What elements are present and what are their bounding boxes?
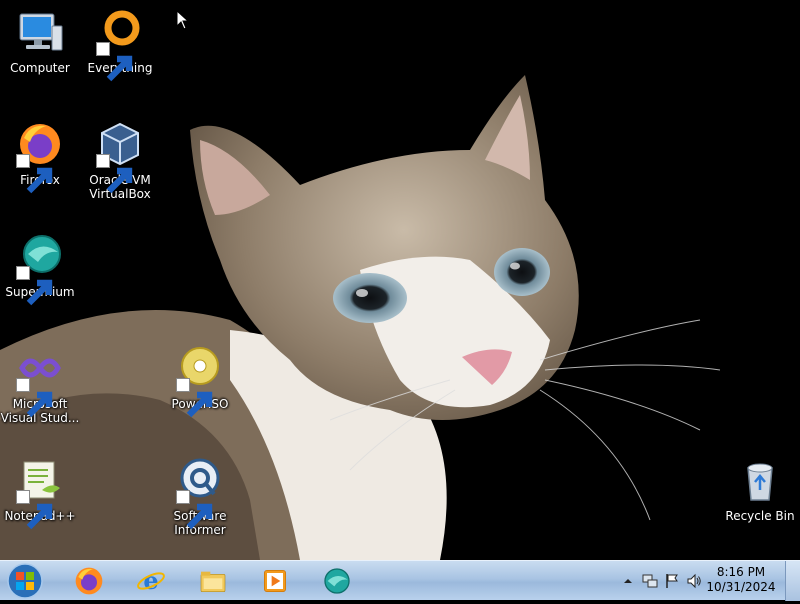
poweriso-icon bbox=[176, 344, 224, 418]
desktop-icon-firefox[interactable]: Firefox bbox=[0, 120, 80, 194]
desktop-icon-label: Computer bbox=[10, 61, 70, 75]
taskbar-internet-explorer-button[interactable]: e bbox=[124, 563, 178, 599]
desktop[interactable]: Computer Everything Firefox Oracle VM Vi… bbox=[0, 0, 800, 560]
show-desktop-button[interactable] bbox=[785, 561, 800, 601]
taskbar-media-player-button[interactable] bbox=[248, 563, 302, 599]
taskbar-file-explorer-button[interactable] bbox=[186, 563, 240, 599]
supermium-icon bbox=[16, 232, 64, 306]
software-informer-icon bbox=[176, 456, 224, 530]
show-hidden-icons-arrow[interactable] bbox=[620, 573, 636, 589]
clock-date: 10/31/2024 bbox=[706, 580, 776, 594]
firefox-icon bbox=[75, 567, 103, 595]
desktop-icon-everything[interactable]: Everything bbox=[80, 8, 160, 82]
desktop-icon-label: Recycle Bin bbox=[725, 509, 795, 523]
desktop-icon-poweriso[interactable]: PowerISO bbox=[160, 344, 240, 418]
desktop-icon-recycle-bin[interactable]: Recycle Bin bbox=[720, 456, 800, 523]
mouse-cursor-icon bbox=[176, 10, 190, 30]
system-tray: 8:16 PM 10/31/2024 bbox=[600, 561, 800, 601]
taskbar: e 8:16 PM 10/31/2024 bbox=[0, 560, 800, 601]
start-button[interactable] bbox=[6, 562, 44, 600]
desktop-icon-software-informer[interactable]: Software Informer bbox=[160, 456, 240, 537]
shortcut-arrow-icon bbox=[96, 154, 133, 194]
desktop-icon-notepadpp[interactable]: Notepad++ bbox=[0, 456, 80, 530]
volume-icon[interactable] bbox=[686, 573, 702, 589]
virtualbox-icon bbox=[96, 120, 144, 194]
shortcut-arrow-icon bbox=[176, 490, 213, 530]
media-player-icon bbox=[264, 570, 286, 592]
desktop-icon-computer[interactable]: Computer bbox=[0, 8, 80, 75]
taskbar-supermium-button[interactable] bbox=[310, 563, 364, 599]
shortcut-arrow-icon bbox=[96, 42, 133, 82]
shortcut-arrow-icon bbox=[16, 378, 53, 418]
desktop-icon-supermium[interactable]: Supermium bbox=[0, 232, 80, 306]
everything-icon bbox=[96, 8, 144, 82]
recycle-bin-icon bbox=[736, 456, 784, 504]
network-icon[interactable] bbox=[642, 573, 658, 589]
windows-logo-icon bbox=[7, 563, 43, 599]
internet-explorer-icon: e bbox=[137, 566, 165, 595]
shortcut-arrow-icon bbox=[16, 490, 53, 530]
desktop-icon-virtualbox[interactable]: Oracle VM VirtualBox bbox=[80, 120, 160, 201]
file-explorer-icon bbox=[200, 571, 226, 592]
firefox-icon bbox=[16, 120, 64, 194]
shortcut-arrow-icon bbox=[16, 266, 53, 306]
taskbar-firefox-button[interactable] bbox=[62, 563, 116, 599]
svg-text:e: e bbox=[143, 566, 158, 595]
action-center-flag-icon[interactable] bbox=[664, 573, 680, 589]
computer-icon bbox=[16, 8, 64, 56]
desktop-icon-visual-studio[interactable]: Microsoft Visual Stud... bbox=[0, 344, 80, 425]
clock-time: 8:16 PM bbox=[716, 565, 766, 579]
notepadpp-icon bbox=[16, 456, 64, 530]
shortcut-arrow-icon bbox=[16, 154, 53, 194]
supermium-icon bbox=[324, 568, 350, 594]
visual-studio-icon bbox=[16, 344, 64, 418]
taskbar-clock[interactable]: 8:16 PM 10/31/2024 bbox=[704, 565, 778, 595]
shortcut-arrow-icon bbox=[176, 378, 213, 418]
